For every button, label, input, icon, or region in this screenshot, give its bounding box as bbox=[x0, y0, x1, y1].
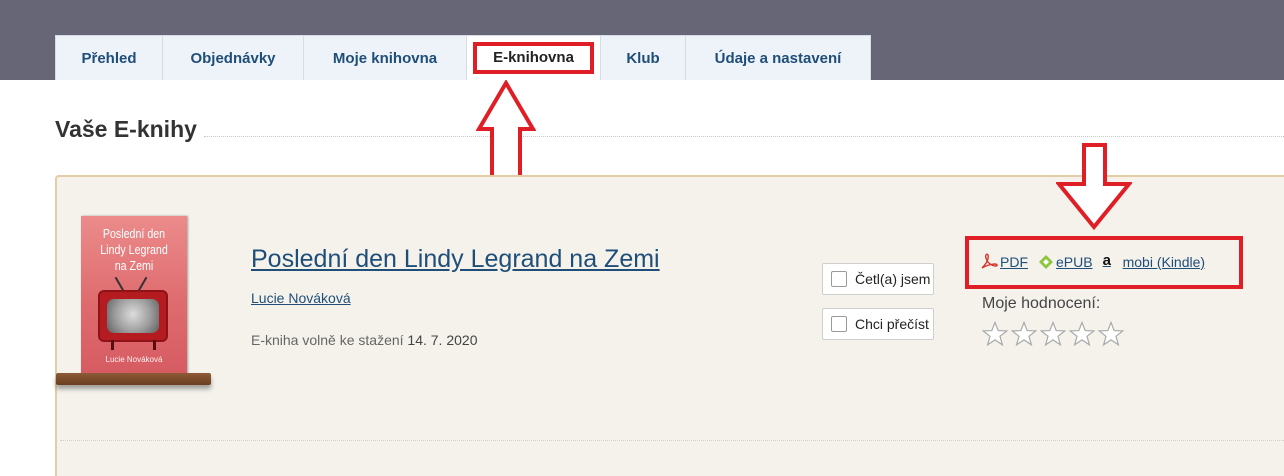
download-pdf-link[interactable]: PDF bbox=[980, 253, 1028, 271]
tab-moje-knihovna[interactable]: Moje knihovna bbox=[304, 35, 467, 80]
ebook-availability: E-kniha volně ke stažení 14. 7. 2020 bbox=[251, 332, 477, 348]
account-tabs: Přehled Objednávky Moje knihovna E-kniho… bbox=[55, 35, 871, 80]
download-links: PDF ePUB a mobi (Kindle) bbox=[980, 253, 1205, 271]
star-icon[interactable] bbox=[1011, 321, 1037, 347]
download-label: mobi (Kindle) bbox=[1122, 254, 1206, 270]
star-icon[interactable] bbox=[1069, 321, 1095, 347]
section-divider bbox=[204, 136, 1284, 137]
download-label: ePUB bbox=[1056, 254, 1093, 270]
book-title-link[interactable]: Poslední den Lindy Legrand na Zemi bbox=[251, 245, 660, 274]
tv-leg bbox=[153, 340, 156, 350]
tab-label: Údaje a nastavení bbox=[714, 49, 842, 67]
tab-klub[interactable]: Klub bbox=[601, 35, 686, 80]
want-to-read-checkbox-button[interactable]: Chci přečíst bbox=[822, 308, 934, 340]
tv-leg bbox=[111, 340, 114, 350]
tab-prehled[interactable]: Přehled bbox=[55, 35, 163, 80]
cover-author: Lucie Nováková bbox=[105, 355, 163, 364]
amazon-icon: a bbox=[1102, 252, 1111, 269]
read-checkbox-button[interactable]: Četl(a) jsem bbox=[822, 263, 934, 295]
tab-udaje-a-nastaveni[interactable]: Údaje a nastavení bbox=[686, 35, 871, 80]
pdf-icon bbox=[981, 253, 998, 269]
tab-e-knihovna[interactable]: E-knihovna bbox=[467, 35, 601, 80]
checkbox-icon bbox=[831, 316, 847, 332]
bookshelf bbox=[56, 373, 211, 385]
tab-objednavky[interactable]: Objednávky bbox=[163, 35, 304, 80]
cover-title: Poslední den Lindy Legrand na Zemi bbox=[100, 226, 168, 273]
up-arrow-annotation-icon bbox=[476, 80, 536, 181]
availability-label: E-kniha volně ke stažení bbox=[251, 332, 404, 348]
checkbox-icon bbox=[831, 271, 847, 287]
section-title: Vaše E-knihy bbox=[55, 116, 197, 142]
tab-label: Moje knihovna bbox=[332, 49, 438, 67]
tab-label: Klub bbox=[626, 49, 660, 67]
star-rating bbox=[982, 321, 1124, 347]
download-epub-link[interactable]: ePUB bbox=[1038, 254, 1093, 270]
availability-date: 14. 7. 2020 bbox=[407, 332, 478, 348]
star-icon[interactable] bbox=[982, 321, 1008, 347]
book-author-link[interactable]: Lucie Nováková bbox=[251, 290, 351, 306]
star-icon[interactable] bbox=[1040, 321, 1066, 347]
down-arrow-annotation-icon bbox=[1056, 143, 1132, 230]
tab-label: E-knihovna bbox=[473, 42, 594, 74]
tab-label: Objednávky bbox=[190, 49, 276, 67]
rating-label: Moje hodnocení: bbox=[982, 295, 1101, 312]
book-cover[interactable]: Poslední den Lindy Legrand na Zemi Lucie… bbox=[81, 216, 187, 376]
download-label: PDF bbox=[1000, 254, 1028, 270]
download-mobi-link[interactable]: a mobi (Kindle) bbox=[1103, 253, 1205, 271]
want-label: Chci přečíst bbox=[855, 316, 929, 332]
card-divider bbox=[60, 440, 1284, 441]
star-icon[interactable] bbox=[1098, 321, 1124, 347]
tab-label: Přehled bbox=[81, 49, 137, 67]
tv-screen bbox=[107, 299, 159, 333]
television-illustration bbox=[98, 290, 168, 342]
epub-icon bbox=[1039, 255, 1053, 269]
read-label: Četl(a) jsem bbox=[855, 271, 931, 287]
